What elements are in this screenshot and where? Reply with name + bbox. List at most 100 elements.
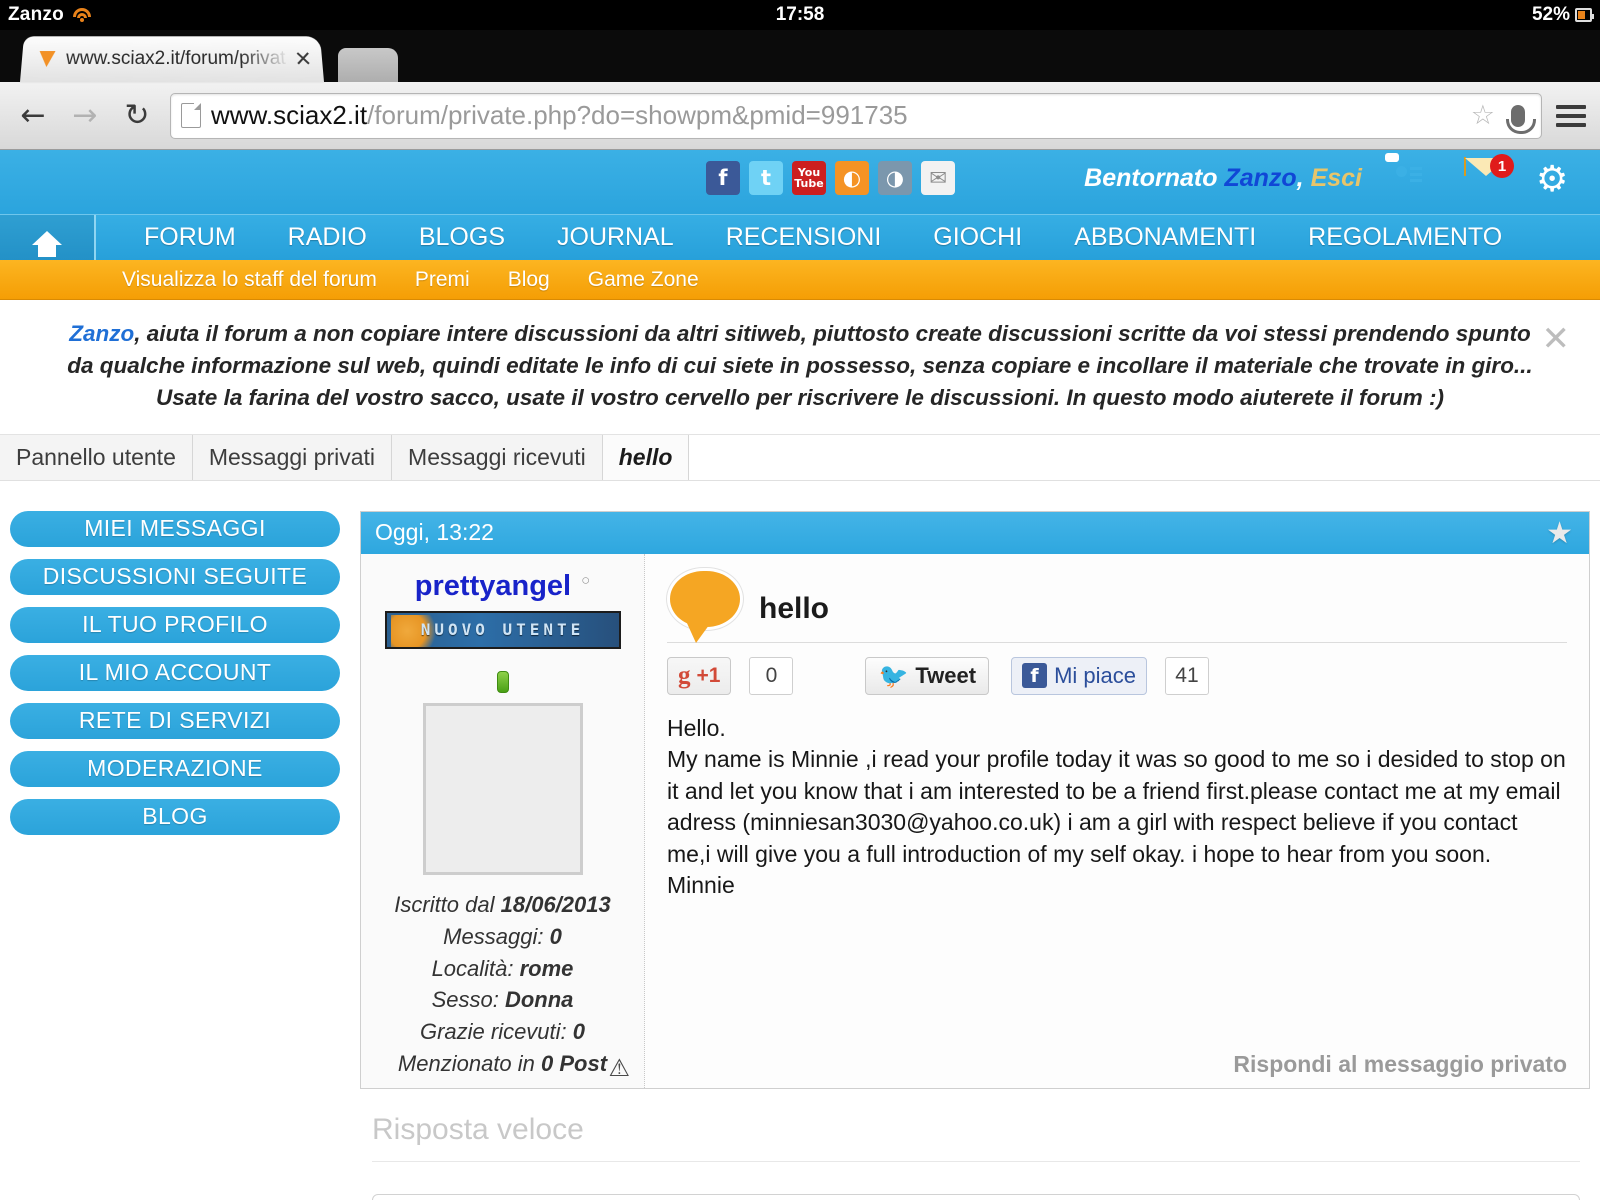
subnav-item-game-zone[interactable]: Game Zone	[588, 268, 699, 292]
profile-card-icon[interactable]	[1392, 158, 1436, 202]
welcome-username[interactable]: Zanzo	[1224, 164, 1296, 192]
url-text: www.sciax2.it/forum/private.php?do=showp…	[211, 100, 1461, 131]
breadcrumb-item-pannello-utente[interactable]: Pannello utente	[0, 434, 193, 480]
sidebar-item-moderazione[interactable]: MODERAZIONE	[10, 750, 340, 787]
sidebar-item-discussioni-seguite[interactable]: DISCUSSIONI SEGUITE	[10, 558, 340, 595]
nav-item-forum[interactable]: FORUM	[118, 223, 262, 252]
nav-item-blogs[interactable]: BLOGS	[393, 223, 531, 252]
stat-mentions-value: 0 Post	[541, 1051, 608, 1077]
status-bar-right: 52%	[1532, 4, 1594, 26]
back-arrow-icon[interactable]: ←	[14, 97, 52, 135]
subnav-item-blog[interactable]: Blog	[508, 268, 550, 292]
nav-item-journal[interactable]: JOURNAL	[531, 223, 700, 252]
stat-gender-value: Donna	[504, 987, 574, 1013]
stat-location: Località: rome	[394, 953, 610, 985]
facebook-icon[interactable]: f	[706, 161, 740, 195]
logout-link[interactable]: Esci	[1311, 164, 1362, 192]
facebook-like-button[interactable]: f Mi piace	[1011, 656, 1147, 695]
twitter-icon[interactable]: t	[749, 161, 783, 195]
welcome-comma: ,	[1296, 164, 1311, 192]
message-header: Oggi, 13:22 ★	[361, 511, 1589, 554]
tweet-button[interactable]: 🐦 Tweet	[865, 656, 990, 695]
stat-posts-value: 0	[549, 923, 562, 949]
nav-item-recensioni[interactable]: RECENSIONI	[700, 223, 908, 252]
google-plus-count: 0	[749, 656, 794, 695]
forward-arrow-icon[interactable]: →	[66, 97, 104, 135]
notice-username: Zanzo	[69, 321, 135, 346]
youtube-icon[interactable]: You Tube	[792, 161, 826, 195]
warning-icon[interactable]: ⚠	[608, 1054, 630, 1082]
microphone-icon[interactable]	[1506, 104, 1536, 134]
address-bar[interactable]: www.sciax2.it/forum/private.php?do=showp…	[170, 92, 1542, 139]
close-icon[interactable]: ✕	[294, 47, 313, 71]
author-profile-column: prettyangel ○ NUOVO UTENTE Iscritto dal …	[361, 553, 645, 1089]
social-share-row: g +1 0 🐦 Tweet f Mi piace 41	[667, 656, 1567, 695]
google-plus-one-label: +1	[696, 663, 721, 687]
message-timestamp: Oggi, 13:22	[375, 519, 494, 546]
new-tab-button[interactable]	[338, 48, 398, 82]
url-domain: www.sciax2.it	[211, 100, 368, 130]
author-name-label: prettyangel	[414, 569, 572, 602]
star-icon[interactable]: ★	[1546, 518, 1573, 549]
carrier-label: Zanzo	[8, 4, 64, 25]
stat-location-label: Località:	[431, 955, 520, 981]
sidebar-item-il-tuo-profilo[interactable]: IL TUO PROFILO	[10, 606, 340, 643]
quick-reply-editor[interactable]: Font ▼ Size ▼ ▼	[372, 1194, 1580, 1200]
sidebar-item-il-mio-account[interactable]: IL MIO ACCOUNT	[10, 654, 340, 691]
post-body-text: Hello. My name is Minnie ,i read your pr…	[667, 714, 1566, 899]
envelope-icon[interactable]: 1	[1464, 154, 1514, 202]
url-path: /forum/private.php?do=showpm&pmid=991735	[367, 100, 908, 130]
sidebar: MIEI MESSAGGI DISCUSSIONI SEGUITE IL TUO…	[0, 510, 360, 1200]
stat-joined-label: Iscritto dal	[394, 891, 501, 917]
status-bar-left: Zanzo	[0, 4, 92, 26]
rss-icon[interactable]: ◐	[835, 161, 869, 195]
email-icon[interactable]: ✉	[921, 161, 955, 195]
notice-text: Zanzo, aiuta il forum a non copiare inte…	[60, 318, 1540, 414]
gears-icon[interactable]: ⚙	[1536, 158, 1580, 202]
skype-icon[interactable]: ◑	[878, 161, 912, 195]
nav-item-regolamento[interactable]: REGOLAMENTO	[1282, 223, 1528, 252]
author-name[interactable]: prettyangel ○	[415, 570, 590, 603]
subnav-item-premi[interactable]: Premi	[415, 268, 470, 292]
clock-label: 17:58	[775, 4, 825, 25]
star-icon[interactable]: ☆	[1471, 100, 1495, 131]
browser-tab[interactable]: www.sciax2.it/forum/privat ✕	[19, 36, 325, 83]
main-navigation: FORUM RADIO BLOGS JOURNAL RECENSIONI GIO…	[0, 214, 1600, 260]
stat-posts: Messaggi: 0	[394, 921, 610, 953]
breadcrumb-item-messaggi-ricevuti[interactable]: Messaggi ricevuti	[392, 434, 603, 480]
reload-icon[interactable]: ↻	[118, 97, 156, 135]
stat-joined-value: 18/06/2013	[500, 891, 611, 917]
hamburger-menu-icon[interactable]	[1556, 104, 1586, 127]
close-icon[interactable]: ✕	[1542, 322, 1571, 356]
breadcrumb-item-messaggi-privati[interactable]: Messaggi privati	[192, 434, 393, 480]
reply-to-private-message-link[interactable]: Rispondi al messaggio privato	[667, 1037, 1567, 1088]
nav-item-radio[interactable]: RADIO	[262, 223, 393, 252]
google-plus-one-button[interactable]: g +1	[667, 656, 732, 695]
facebook-icon: f	[1022, 663, 1048, 689]
nav-item-abbonamenti[interactable]: ABBONAMENTI	[1048, 223, 1282, 252]
forum-notice: Zanzo, aiuta il forum a non copiare inte…	[0, 300, 1600, 435]
stat-joined: Iscritto dal 18/06/2013	[394, 889, 610, 921]
page-body: MIEI MESSAGGI DISCUSSIONI SEGUITE IL TUO…	[0, 481, 1600, 1200]
battery-icon	[1575, 8, 1594, 22]
stat-thanks-label: Grazie ricevuti:	[419, 1019, 573, 1045]
ios-status-bar: Zanzo 17:58 52%	[0, 0, 1600, 30]
avatar[interactable]	[422, 702, 583, 875]
sidebar-item-blog[interactable]: BLOG	[10, 798, 340, 835]
divider	[372, 1161, 1580, 1163]
main-content: Oggi, 13:22 ★ prettyangel ○ NUOVO UTENTE	[360, 510, 1600, 1200]
private-message-card: Oggi, 13:22 ★ prettyangel ○ NUOVO UTENTE	[360, 510, 1590, 1090]
breadcrumb: Pannello utente Messaggi privati Messagg…	[0, 434, 1600, 481]
secondary-navigation: Visualizza lo staff del forum Premi Blog…	[0, 260, 1600, 300]
browser-tab-strip: www.sciax2.it/forum/privat ✕	[0, 30, 1600, 83]
subnav-item-staff[interactable]: Visualizza lo staff del forum	[122, 268, 377, 292]
offline-status-icon: ○	[581, 571, 591, 589]
page-icon	[181, 103, 201, 128]
sidebar-item-rete-di-servizi[interactable]: RETE DI SERVIZI	[10, 702, 340, 739]
speech-bubble-icon	[667, 567, 743, 643]
nav-item-giochi[interactable]: GIOCHI	[907, 223, 1048, 252]
notice-body: , aiuta il forum a non copiare intere di…	[67, 321, 1533, 410]
home-icon[interactable]	[0, 215, 96, 260]
sidebar-item-miei-messaggi[interactable]: MIEI MESSAGGI	[10, 510, 340, 547]
post-title: hello	[759, 591, 830, 625]
